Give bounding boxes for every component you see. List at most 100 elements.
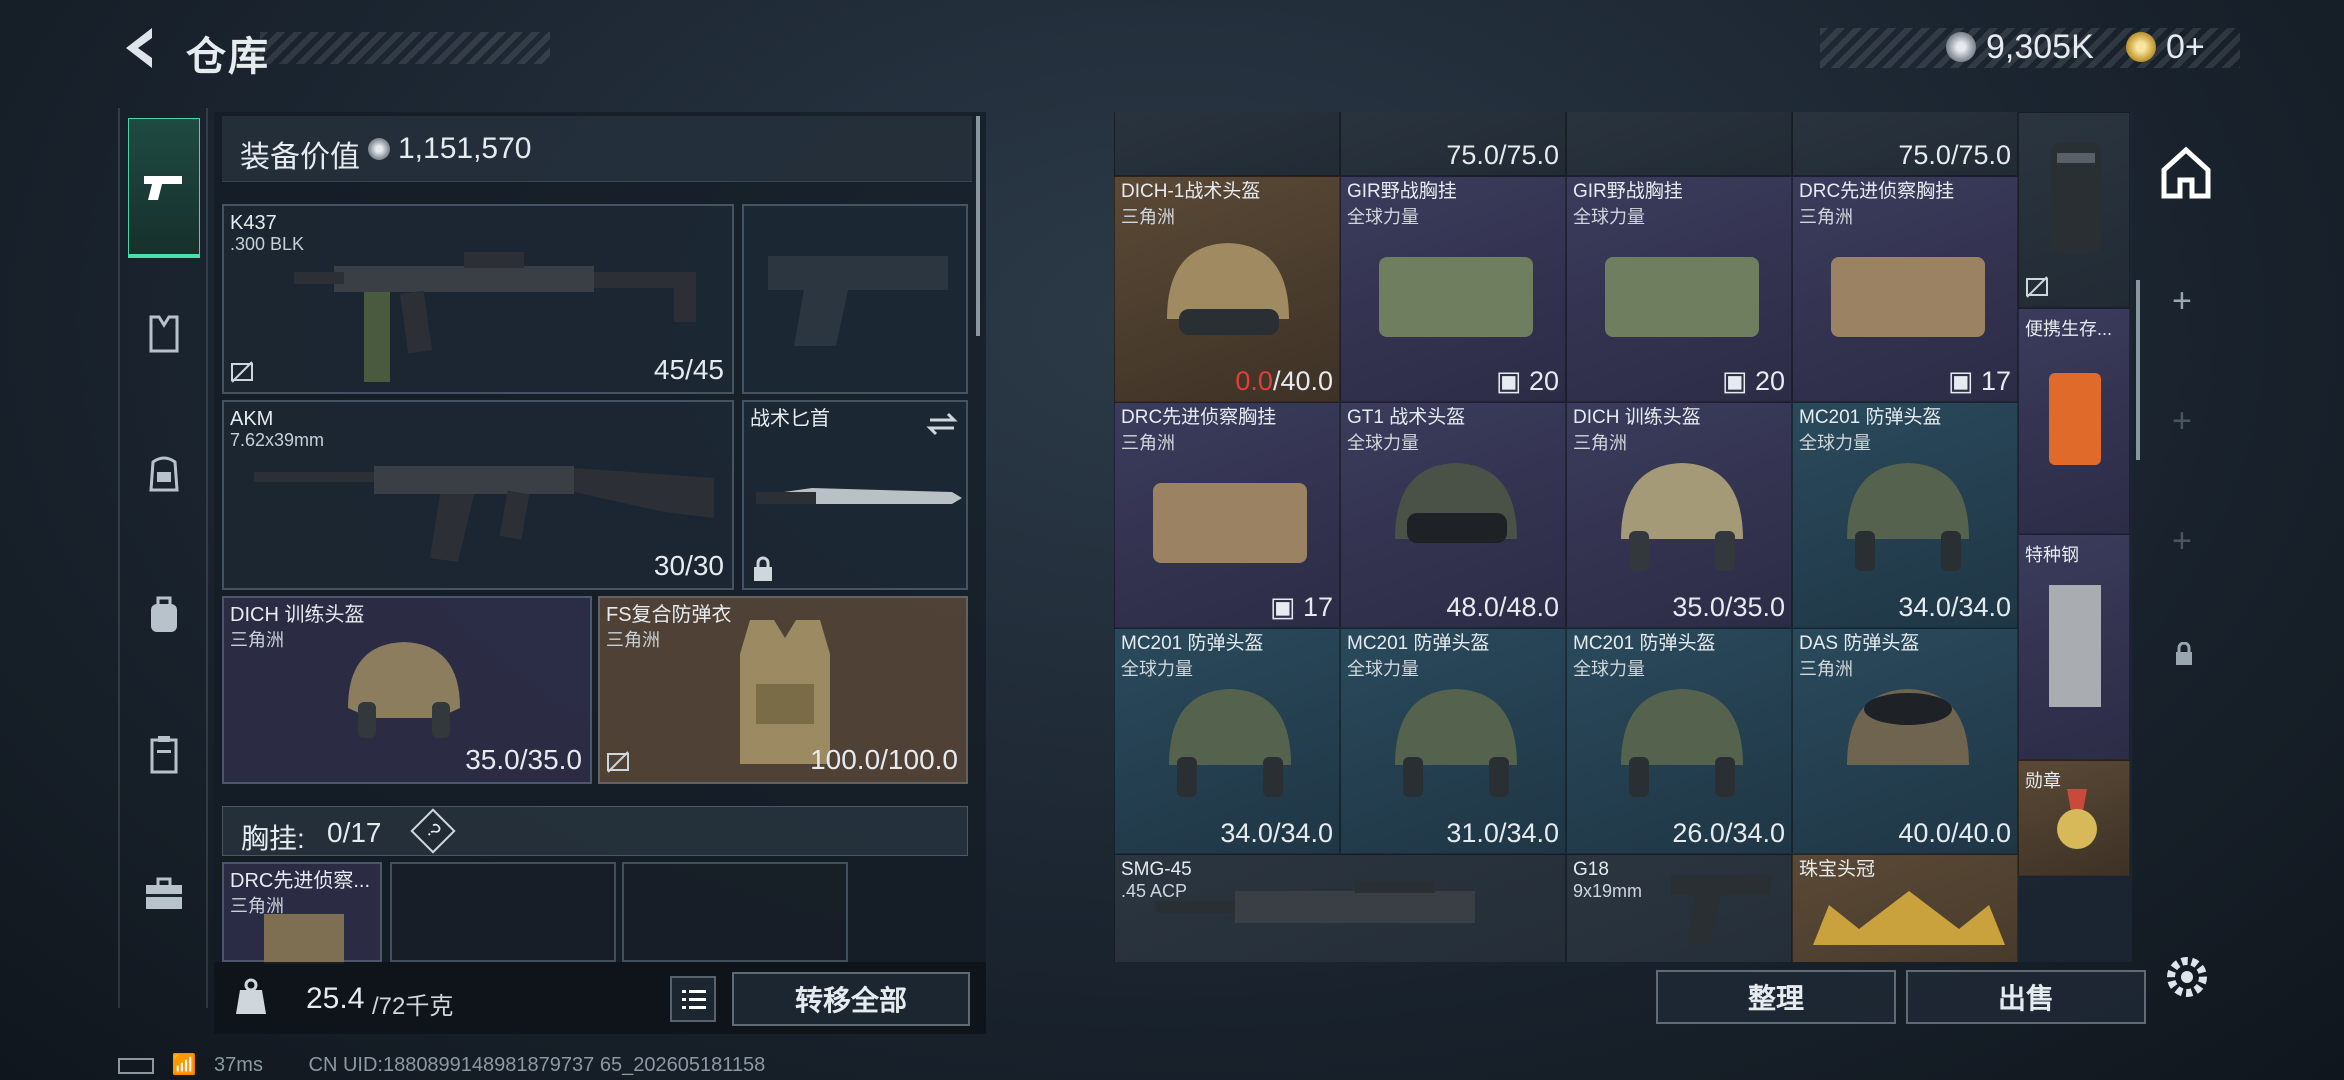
rig-image [1379,257,1533,337]
grid-item[interactable]: DAS 防弹头盔 三角洲 40.0/40.0 [1792,628,2018,854]
coin-icon [368,138,390,160]
item-name: GIR野战胸挂 [1573,181,1683,202]
list-icon [682,990,706,1009]
chest-rig-item[interactable]: DRC先进侦察... 三角洲 [222,862,382,964]
melee-name: 战术匕首 [750,408,830,430]
swap-icon[interactable] [926,410,958,438]
currency-hafbucks: 9,305K [1986,28,2094,66]
grid-item[interactable]: GIR野战胸挂 全球力量 ▣ 20 [1340,176,1566,402]
melee-slot[interactable]: 战术匕首 [742,400,968,590]
item-durability: 0.0/40.0 [1235,366,1333,397]
grid-item[interactable]: DRC先进侦察胸挂 三角洲 ▣ 17 [1792,176,2018,402]
helmet-sub: 三角洲 [230,630,284,650]
chest-rig-empty-slot[interactable] [622,862,848,962]
armor-durability: 100.0/100.0 [810,744,958,775]
grid-item[interactable]: 便携生存... [2018,308,2130,534]
item-name: G18 [1573,859,1609,880]
add-tab-icon[interactable]: + [2172,522,2192,561]
grid-item[interactable] [2018,112,2130,308]
rig-image [1153,483,1307,563]
item-sub: 全球力量 [1347,207,1419,227]
storage-tab-home[interactable] [2156,142,2216,202]
medal-image [2057,789,2097,849]
value-label: 装备价值 [240,141,360,174]
helmet-image [1621,463,1743,571]
armor-name: FS复合防弹衣 [606,604,732,626]
list-view-button[interactable] [670,976,716,1022]
grid-item[interactable]: GT1 战术头盔 全球力量 48.0/48.0 [1340,402,1566,628]
sell-button[interactable]: 出售 [1906,970,2146,1024]
loadout-scrollbar[interactable] [976,116,980,336]
no-insure-icon [607,751,629,773]
transfer-all-button[interactable]: 转移全部 [732,972,970,1026]
item-capacity: ▣ 17 [1947,366,2011,396]
sort-button[interactable]: 整理 [1656,970,1896,1024]
help-icon[interactable]: ? [410,808,456,854]
smg-image [1155,881,1475,923]
grid-item[interactable]: G18 9x19mm [1566,854,1792,962]
grid-item[interactable]: MC201 防弹头盔 全球力量 34.0/34.0 [1114,628,1340,854]
nav-container[interactable] [128,718,200,790]
backpack-icon [151,596,177,632]
durability-max: /40.0 [1272,366,1333,396]
survival-kit-image [2049,373,2101,465]
nav-rig[interactable] [128,438,200,510]
grid-item[interactable]: MC201 防弹头盔 全球力量 34.0/34.0 [1792,402,2018,628]
item-name: GIR野战胸挂 [1347,181,1457,202]
chest-rig-label: 胸挂: [241,823,305,854]
grid-cell-partial[interactable] [1114,112,1340,176]
item-name: DRC先进侦察... [230,870,370,892]
akm-image [254,466,714,562]
grid-item[interactable]: 珠宝头冠 [1792,854,2018,962]
nav-weapons[interactable] [128,118,200,258]
currency-gold[interactable]: 0+ [2166,28,2205,67]
gold-coin-icon [2126,32,2156,62]
item-sub: 三角洲 [1799,207,1853,227]
weapon-durability: 45/45 [653,354,724,385]
sidearm-slot-empty[interactable] [742,204,968,394]
item-name: MC201 防弹头盔 [1799,407,1942,428]
item-name: DRC先进侦察胸挂 [1799,181,1955,202]
grid-cell-partial[interactable]: 75.0/75.0 [1340,112,1566,176]
battery-icon [118,1057,154,1074]
grid-item[interactable]: MC201 防弹头盔 全球力量 26.0/34.0 [1566,628,1792,854]
pistol-icon [144,175,182,200]
nav-armor[interactable] [128,298,200,370]
armor-slot[interactable]: FS复合防弹衣 三角洲 100.0/100.0 [598,596,968,784]
grid-item[interactable]: 勋章 [2018,760,2130,876]
add-tab-icon[interactable]: + [2172,402,2192,441]
rig-image [264,914,344,964]
helmet-durability: 35.0/35.0 [465,744,582,775]
scope-image [2051,143,2101,253]
lock-icon [754,556,772,581]
item-name: DICH 训练头盔 [1573,407,1701,428]
grid-item[interactable]: DRC先进侦察胸挂 三角洲 ▣ 17 [1114,402,1340,628]
grid-item[interactable]: 特种钢 [2018,534,2130,760]
helmet-slot[interactable]: DICH 训练头盔 三角洲 35.0/35.0 [222,596,592,784]
helmet-image [1395,689,1517,797]
grid-item[interactable]: DICH 训练头盔 三角洲 35.0/35.0 [1566,402,1792,628]
add-tab-icon[interactable]: + [2172,282,2192,321]
settings-icon[interactable] [2164,954,2210,1000]
helmet-image [348,642,460,738]
warehouse-grid: 75.0/75.0 75.0/75.0 DICH-1战术头盔 三角洲 0.0/4… [1114,112,2132,962]
grid-item[interactable]: MC201 防弹头盔 全球力量 31.0/34.0 [1340,628,1566,854]
primary-weapon-slot[interactable]: K437 .300 BLK 45/45 [222,204,734,394]
item-name: MC201 防弹头盔 [1347,633,1490,654]
grid-item[interactable]: DICH-1战术头盔 三角洲 0.0/40.0 [1114,176,1340,402]
grid-item[interactable]: GIR野战胸挂 全球力量 ▣ 20 [1566,176,1792,402]
grid-cell-partial[interactable] [1566,112,1792,176]
item-durability: 31.0/34.0 [1446,818,1559,848]
grid-scrollbar[interactable] [2136,280,2140,460]
chest-rig-empty-slot[interactable] [390,862,616,962]
item-sub: 三角洲 [1121,433,1175,453]
nav-toolbox[interactable] [128,858,200,930]
item-name: DAS 防弹头盔 [1799,633,1920,654]
secondary-weapon-slot[interactable]: AKM 7.62x39mm 30/30 [222,400,734,590]
grid-cell-partial[interactable]: 75.0/75.0 [1792,112,2018,176]
grid-item[interactable]: SMG-45 .45 ACP [1114,854,1566,962]
item-durability: 75.0/75.0 [1898,140,2011,170]
helmet-image [1847,689,1969,765]
back-icon[interactable] [118,24,160,72]
nav-backpack[interactable] [128,578,200,650]
